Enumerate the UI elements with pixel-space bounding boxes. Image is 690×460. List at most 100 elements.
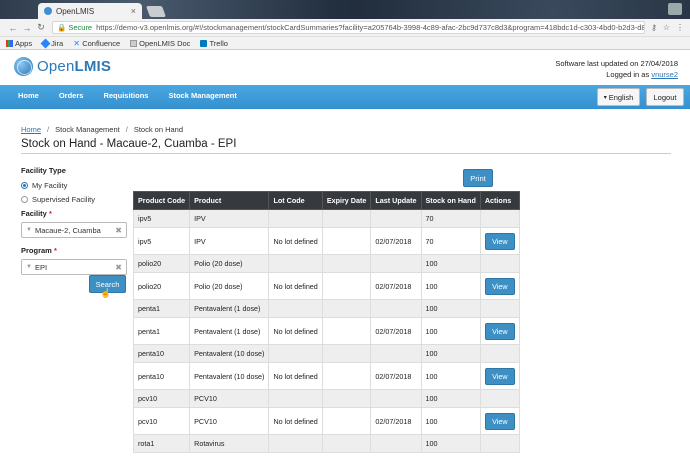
cell-actions: View	[479, 317, 520, 345]
col-product-code: Product Code	[132, 191, 191, 210]
new-tab-button[interactable]	[145, 6, 167, 17]
nav-requisitions[interactable]: Requisitions	[93, 85, 158, 109]
nav-home[interactable]: Home	[8, 85, 49, 109]
cell-last-update	[370, 299, 422, 318]
openlmis-logo[interactable]: OpenLMIS	[14, 57, 111, 76]
cell-actions	[479, 299, 520, 318]
my-facility-option[interactable]: My Facility	[21, 181, 131, 190]
url-field[interactable]: 🔒 Secure https://demo-v3.openlmis.org/#!…	[52, 21, 645, 34]
profile-icon[interactable]	[668, 3, 682, 15]
tab-title: OpenLMIS	[56, 6, 95, 16]
cell-product: IPV	[189, 209, 270, 228]
program-select[interactable]: ▼ EPI ✖	[21, 259, 127, 275]
bookmark-openlmis-doc[interactable]: OpenLMIS Doc	[130, 39, 190, 48]
lot-row: ipv5 IPV No lot defined 02/07/2018 70 View	[132, 227, 520, 255]
col-lot-code: Lot Code	[268, 191, 323, 210]
cell-product-code: ipv5	[132, 227, 191, 255]
cell-stock-on-hand: 100	[420, 317, 481, 345]
view-button[interactable]: View	[484, 412, 515, 430]
cell-actions	[479, 434, 520, 453]
key-icon[interactable]: ⚷	[651, 23, 657, 32]
cell-expiry-date	[321, 227, 372, 255]
col-stock-on-hand: Stock on Hand	[420, 191, 481, 210]
lot-row: pcv10 PCV10 No lot defined 02/07/2018 100 Vie…	[132, 407, 520, 435]
cell-stock-on-hand: 100	[420, 344, 481, 363]
col-last-update: Last Update	[370, 191, 422, 210]
cell-product-code: polio20	[132, 254, 191, 273]
breadcrumb-stock-on-hand: Stock on Hand	[133, 125, 184, 134]
tab-close-icon[interactable]: ×	[131, 6, 136, 16]
cell-lot-code	[268, 389, 323, 408]
view-button[interactable]: View	[484, 277, 515, 295]
nav-orders[interactable]: Orders	[49, 85, 94, 109]
star-icon[interactable]: ☆	[663, 23, 670, 32]
apps-grid-icon	[6, 39, 13, 47]
cell-actions: View	[479, 362, 520, 390]
breadcrumb-home[interactable]: Home	[21, 125, 41, 134]
page-title: Stock on Hand - Macaue-2, Cuamba - EPI	[21, 138, 237, 150]
cell-last-update: 02/07/2018	[370, 227, 422, 255]
menu-icon[interactable]: ⋮	[676, 23, 684, 32]
username-link[interactable]: vnurse2	[651, 70, 678, 79]
cell-stock-on-hand: 100	[420, 254, 481, 273]
confluence-icon: ✕	[73, 38, 80, 48]
nav-stock-management[interactable]: Stock Management	[158, 85, 246, 109]
cell-lot-code	[268, 344, 323, 363]
bookmark-confluence[interactable]: ✕ Confluence	[73, 39, 120, 48]
cell-stock-on-hand: 100	[420, 272, 481, 300]
cell-product-code: penta10	[132, 344, 191, 363]
cell-lot-code	[268, 254, 323, 273]
lot-row: penta1 Pentavalent (1 dose) No lot defined…	[132, 317, 520, 345]
breadcrumb-separator: /	[125, 125, 128, 134]
clear-icon[interactable]: ✖	[115, 226, 122, 235]
cell-lot-code: No lot defined	[268, 272, 323, 300]
view-button[interactable]: View	[484, 367, 515, 385]
cell-actions	[479, 254, 520, 273]
app-header: OpenLMIS Software last updated on 27/04/…	[0, 50, 690, 85]
title-divider	[21, 153, 671, 154]
product-summary-row: polio20 Polio (20 dose) 100	[132, 254, 520, 273]
secure-label: Secure	[68, 23, 93, 32]
brand-text-bold: LMIS	[74, 58, 112, 75]
radio-unselected-icon[interactable]	[21, 196, 28, 203]
forward-icon[interactable]: →	[20, 23, 34, 33]
cell-product-code: rota1	[132, 434, 191, 453]
cell-expiry-date	[321, 209, 372, 228]
cell-product: Pentavalent (10 dose)	[189, 344, 270, 363]
cell-actions	[479, 389, 520, 408]
view-button[interactable]: View	[484, 232, 515, 250]
cell-product: PCV10	[189, 389, 270, 408]
cell-expiry-date	[321, 434, 372, 453]
cell-stock-on-hand: 70	[420, 227, 481, 255]
product-summary-row: pcv10 PCV10 100	[132, 389, 520, 408]
cell-actions: View	[479, 227, 520, 255]
breadcrumb: Home / Stock Management / Stock on Hand	[21, 125, 183, 134]
facility-type-label: Facility Type	[21, 166, 66, 175]
logout-button[interactable]: Logout	[646, 88, 684, 106]
bookmark-trello[interactable]: Trello	[200, 39, 228, 48]
breadcrumb-separator: /	[47, 125, 50, 134]
cell-lot-code	[268, 299, 323, 318]
language-button[interactable]: ▾ English	[597, 88, 640, 106]
product-summary-row: penta1 Pentavalent (1 dose) 100	[132, 299, 520, 318]
software-updated-text: Software last updated on 27/04/2018	[555, 59, 678, 68]
cell-stock-on-hand: 100	[420, 362, 481, 390]
view-button[interactable]: View	[484, 322, 515, 340]
lot-row: penta10 Pentavalent (10 dose) No lot defin…	[132, 362, 520, 390]
cell-lot-code: No lot defined	[268, 407, 323, 435]
bookmark-jira[interactable]: Jira	[40, 38, 63, 48]
hand-cursor-icon: ☝	[100, 288, 112, 298]
cell-product: PCV10	[189, 407, 270, 435]
supervised-facility-option[interactable]: Supervised Facility	[21, 195, 131, 204]
reload-icon[interactable]: ↻	[34, 22, 48, 33]
cell-expiry-date	[321, 344, 372, 363]
facility-select[interactable]: ▼ Macaue-2, Cuamba ✖	[21, 222, 127, 238]
product-summary-row: penta10 Pentavalent (10 dose) 100	[132, 344, 520, 363]
bookmark-apps[interactable]: Apps	[6, 39, 32, 48]
radio-selected-icon[interactable]	[21, 182, 28, 189]
print-button[interactable]: Print	[463, 169, 493, 187]
clear-icon[interactable]: ✖	[115, 263, 122, 272]
back-icon[interactable]: ←	[6, 23, 20, 33]
browser-tab[interactable]: OpenLMIS ×	[38, 3, 142, 19]
product-summary-row: rota1 Rotavirus 100	[132, 434, 520, 453]
